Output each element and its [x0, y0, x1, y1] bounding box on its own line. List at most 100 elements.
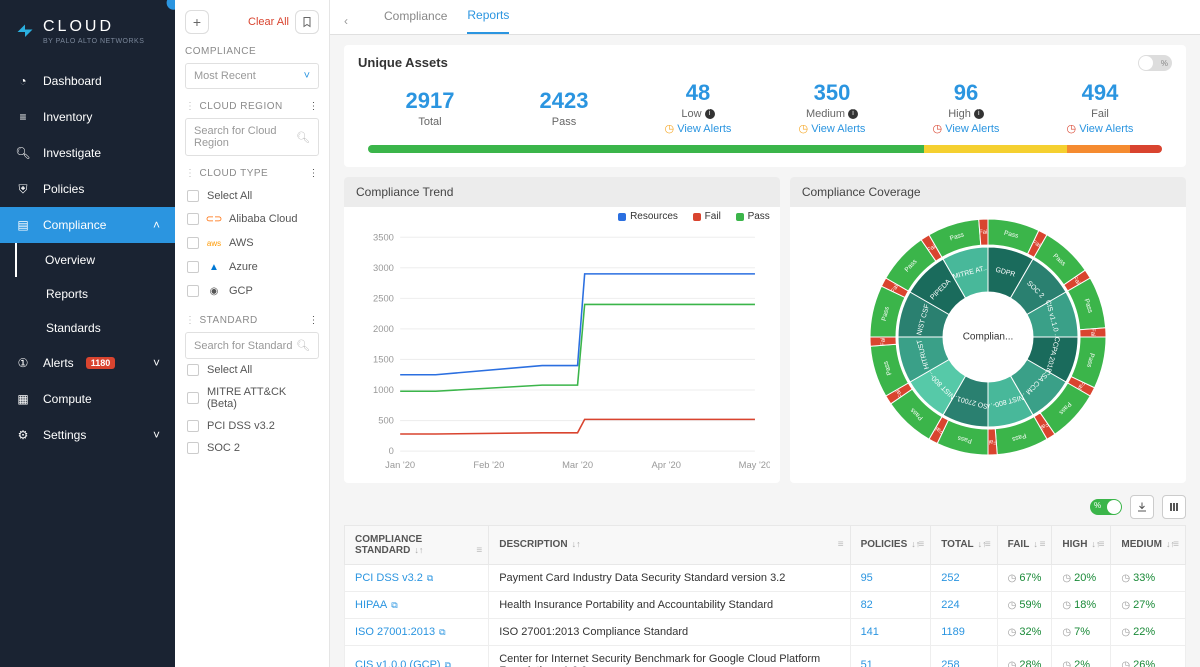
nav-overview[interactable]: Overview [15, 243, 175, 277]
nav-reports[interactable]: Reports [0, 277, 175, 311]
nav-policies[interactable]: ⛨Policies [0, 171, 175, 207]
clock-icon: ◷ [1008, 573, 1017, 584]
nav-standards[interactable]: Standards [0, 311, 175, 345]
table-row: CIS v1.0.0 (GCP)⧉ Center for Internet Se… [345, 645, 1186, 667]
view-alerts-high[interactable]: ◷ View Alerts [904, 122, 1028, 135]
standard-mitre[interactable]: MITRE ATT&CK (Beta) [185, 381, 319, 415]
clock-icon: ◷ [1008, 627, 1017, 638]
info-icon: i [974, 109, 984, 119]
std-link[interactable]: ISO 27001:2013⧉ [345, 618, 489, 645]
svg-text:3000: 3000 [373, 261, 394, 272]
col-fail[interactable]: FAIL↓≡ [997, 525, 1052, 564]
policies-link[interactable]: 51 [850, 645, 931, 667]
trend-panel: Compliance Trend Resources Fail Pass 050… [344, 177, 780, 483]
svg-text:0: 0 [389, 445, 394, 456]
brand-subtitle: BY PALO ALTO NETWORKS [43, 38, 144, 45]
list-icon: ≡ [15, 109, 31, 125]
external-icon: ⧉ [391, 600, 397, 610]
standard-pci[interactable]: PCI DSS v3.2 [185, 415, 319, 437]
nav-compute[interactable]: ▦Compute [0, 381, 175, 417]
view-alerts-medium[interactable]: ◷ View Alerts [770, 122, 894, 135]
clipboard-icon: ▤ [15, 217, 31, 233]
std-link[interactable]: PCI DSS v3.2⧉ [345, 564, 489, 591]
chevron-down-icon: ˅ [304, 70, 310, 82]
more-icon[interactable]: ⋮ [309, 315, 320, 326]
columns-button[interactable] [1162, 495, 1186, 519]
clock-icon: ◷ [1121, 660, 1130, 667]
chevron-down-icon: ˅ [153, 356, 160, 370]
col-medium[interactable]: MEDIUM↓↑≡ [1111, 525, 1186, 564]
top-tabs: ‹ Compliance Reports [330, 0, 1200, 35]
more-icon[interactable]: ⋮ [309, 101, 320, 112]
search-icon: 🔍︎ [296, 131, 310, 144]
cloud-type-gcp[interactable]: ◉GCP [185, 279, 319, 303]
svg-text:3500: 3500 [373, 232, 394, 242]
back-button[interactable]: ‹ [344, 14, 354, 28]
col-description[interactable]: DESCRIPTION↓↑≡ [489, 525, 850, 564]
nav-settings[interactable]: ⚙Settings˅ [0, 417, 175, 453]
policies-link[interactable]: 141 [850, 618, 931, 645]
cloud-type-alibaba[interactable]: ⊂⊃Alibaba Cloud [185, 207, 319, 231]
col-policies[interactable]: POLICIES↓↑≡ [850, 525, 931, 564]
bookmark-button[interactable] [295, 10, 319, 34]
tab-reports[interactable]: Reports [467, 8, 509, 34]
svg-text:Apr '20: Apr '20 [652, 458, 681, 469]
total-link[interactable]: 1189 [931, 618, 997, 645]
col-standard[interactable]: COMPLIANCE STANDARD↓↑≡ [345, 525, 489, 564]
coverage-title: Compliance Coverage [790, 177, 1186, 207]
standard-select-all[interactable]: Select All [185, 359, 319, 381]
percent-toggle[interactable]: % [1138, 55, 1172, 71]
clock-icon: ◷ [1121, 573, 1130, 584]
search-icon: 🔍︎ [296, 339, 310, 352]
select-all-checkbox[interactable]: Select All [185, 185, 319, 207]
clear-all-button[interactable]: Clear All [248, 16, 289, 28]
nav-compliance[interactable]: ▤Compliance˄ [0, 207, 175, 243]
policies-link[interactable]: 95 [850, 564, 931, 591]
region-search-input[interactable]: Search for Cloud Region🔍︎ [185, 118, 319, 156]
view-alerts-fail[interactable]: ◷ View Alerts [1038, 122, 1162, 135]
standard-search-input[interactable]: Search for Standard🔍︎ [185, 332, 319, 359]
download-icon [1136, 501, 1148, 513]
table-row: PCI DSS v3.2⧉ Payment Card Industry Data… [345, 564, 1186, 591]
compliance-select[interactable]: Most Recent˅ [185, 63, 319, 89]
clock-icon: ◷ [1062, 627, 1071, 638]
total-link[interactable]: 258 [931, 645, 997, 667]
download-button[interactable] [1130, 495, 1154, 519]
coverage-panel: Compliance Coverage GDPRPassFailSOC 2Pas… [790, 177, 1186, 483]
azure-icon: ▲ [207, 260, 221, 274]
nav-dashboard[interactable]: ◔Dashboard [0, 63, 175, 99]
more-icon[interactable]: ⋮ [309, 168, 320, 179]
std-link[interactable]: HIPAA⧉ [345, 591, 489, 618]
alert-icon: ① [15, 355, 31, 371]
logo: CLOUD BY PALO ALTO NETWORKS [0, 0, 175, 63]
nav-inventory[interactable]: ≡Inventory [0, 99, 175, 135]
total-link[interactable]: 224 [931, 591, 997, 618]
svg-text:500: 500 [378, 414, 394, 425]
table-row: HIPAA⧉ Health Insurance Portability and … [345, 591, 1186, 618]
std-link[interactable]: CIS v1.0.0 (GCP)⧉ [345, 645, 489, 667]
total-link[interactable]: 252 [931, 564, 997, 591]
info-icon: i [848, 109, 858, 119]
col-high[interactable]: HIGH↓↑≡ [1052, 525, 1111, 564]
alibaba-icon: ⊂⊃ [207, 212, 221, 226]
standard-soc2[interactable]: SOC 2 [185, 437, 319, 459]
nav-investigate[interactable]: 🔍︎Investigate [0, 135, 175, 171]
col-total[interactable]: TOTAL↓↑≡ [931, 525, 997, 564]
clock-icon: ◷ [1121, 600, 1130, 611]
view-alerts-low[interactable]: ◷ View Alerts [636, 122, 760, 135]
tab-compliance[interactable]: Compliance [384, 9, 447, 33]
chevron-down-icon: ˅ [153, 428, 160, 442]
add-filter-button[interactable]: + [185, 10, 209, 34]
nav-alerts[interactable]: ①Alerts1180˅ [0, 345, 175, 381]
cloud-type-azure[interactable]: ▲Azure [185, 255, 319, 279]
stat-low: 48Lowi◷ View Alerts [636, 80, 760, 135]
aws-icon: aws [207, 236, 221, 250]
cloud-type-aws[interactable]: awsAWS [185, 231, 319, 255]
svg-text:Complian...: Complian... [963, 332, 1014, 343]
svg-text:Jan '20: Jan '20 [385, 458, 415, 469]
columns-icon [1168, 501, 1180, 513]
policies-link[interactable]: 82 [850, 591, 931, 618]
svg-text:Fail: Fail [1089, 328, 1095, 338]
clock-icon: ◷ [1062, 660, 1071, 667]
table-percent-toggle[interactable]: % [1090, 499, 1122, 515]
